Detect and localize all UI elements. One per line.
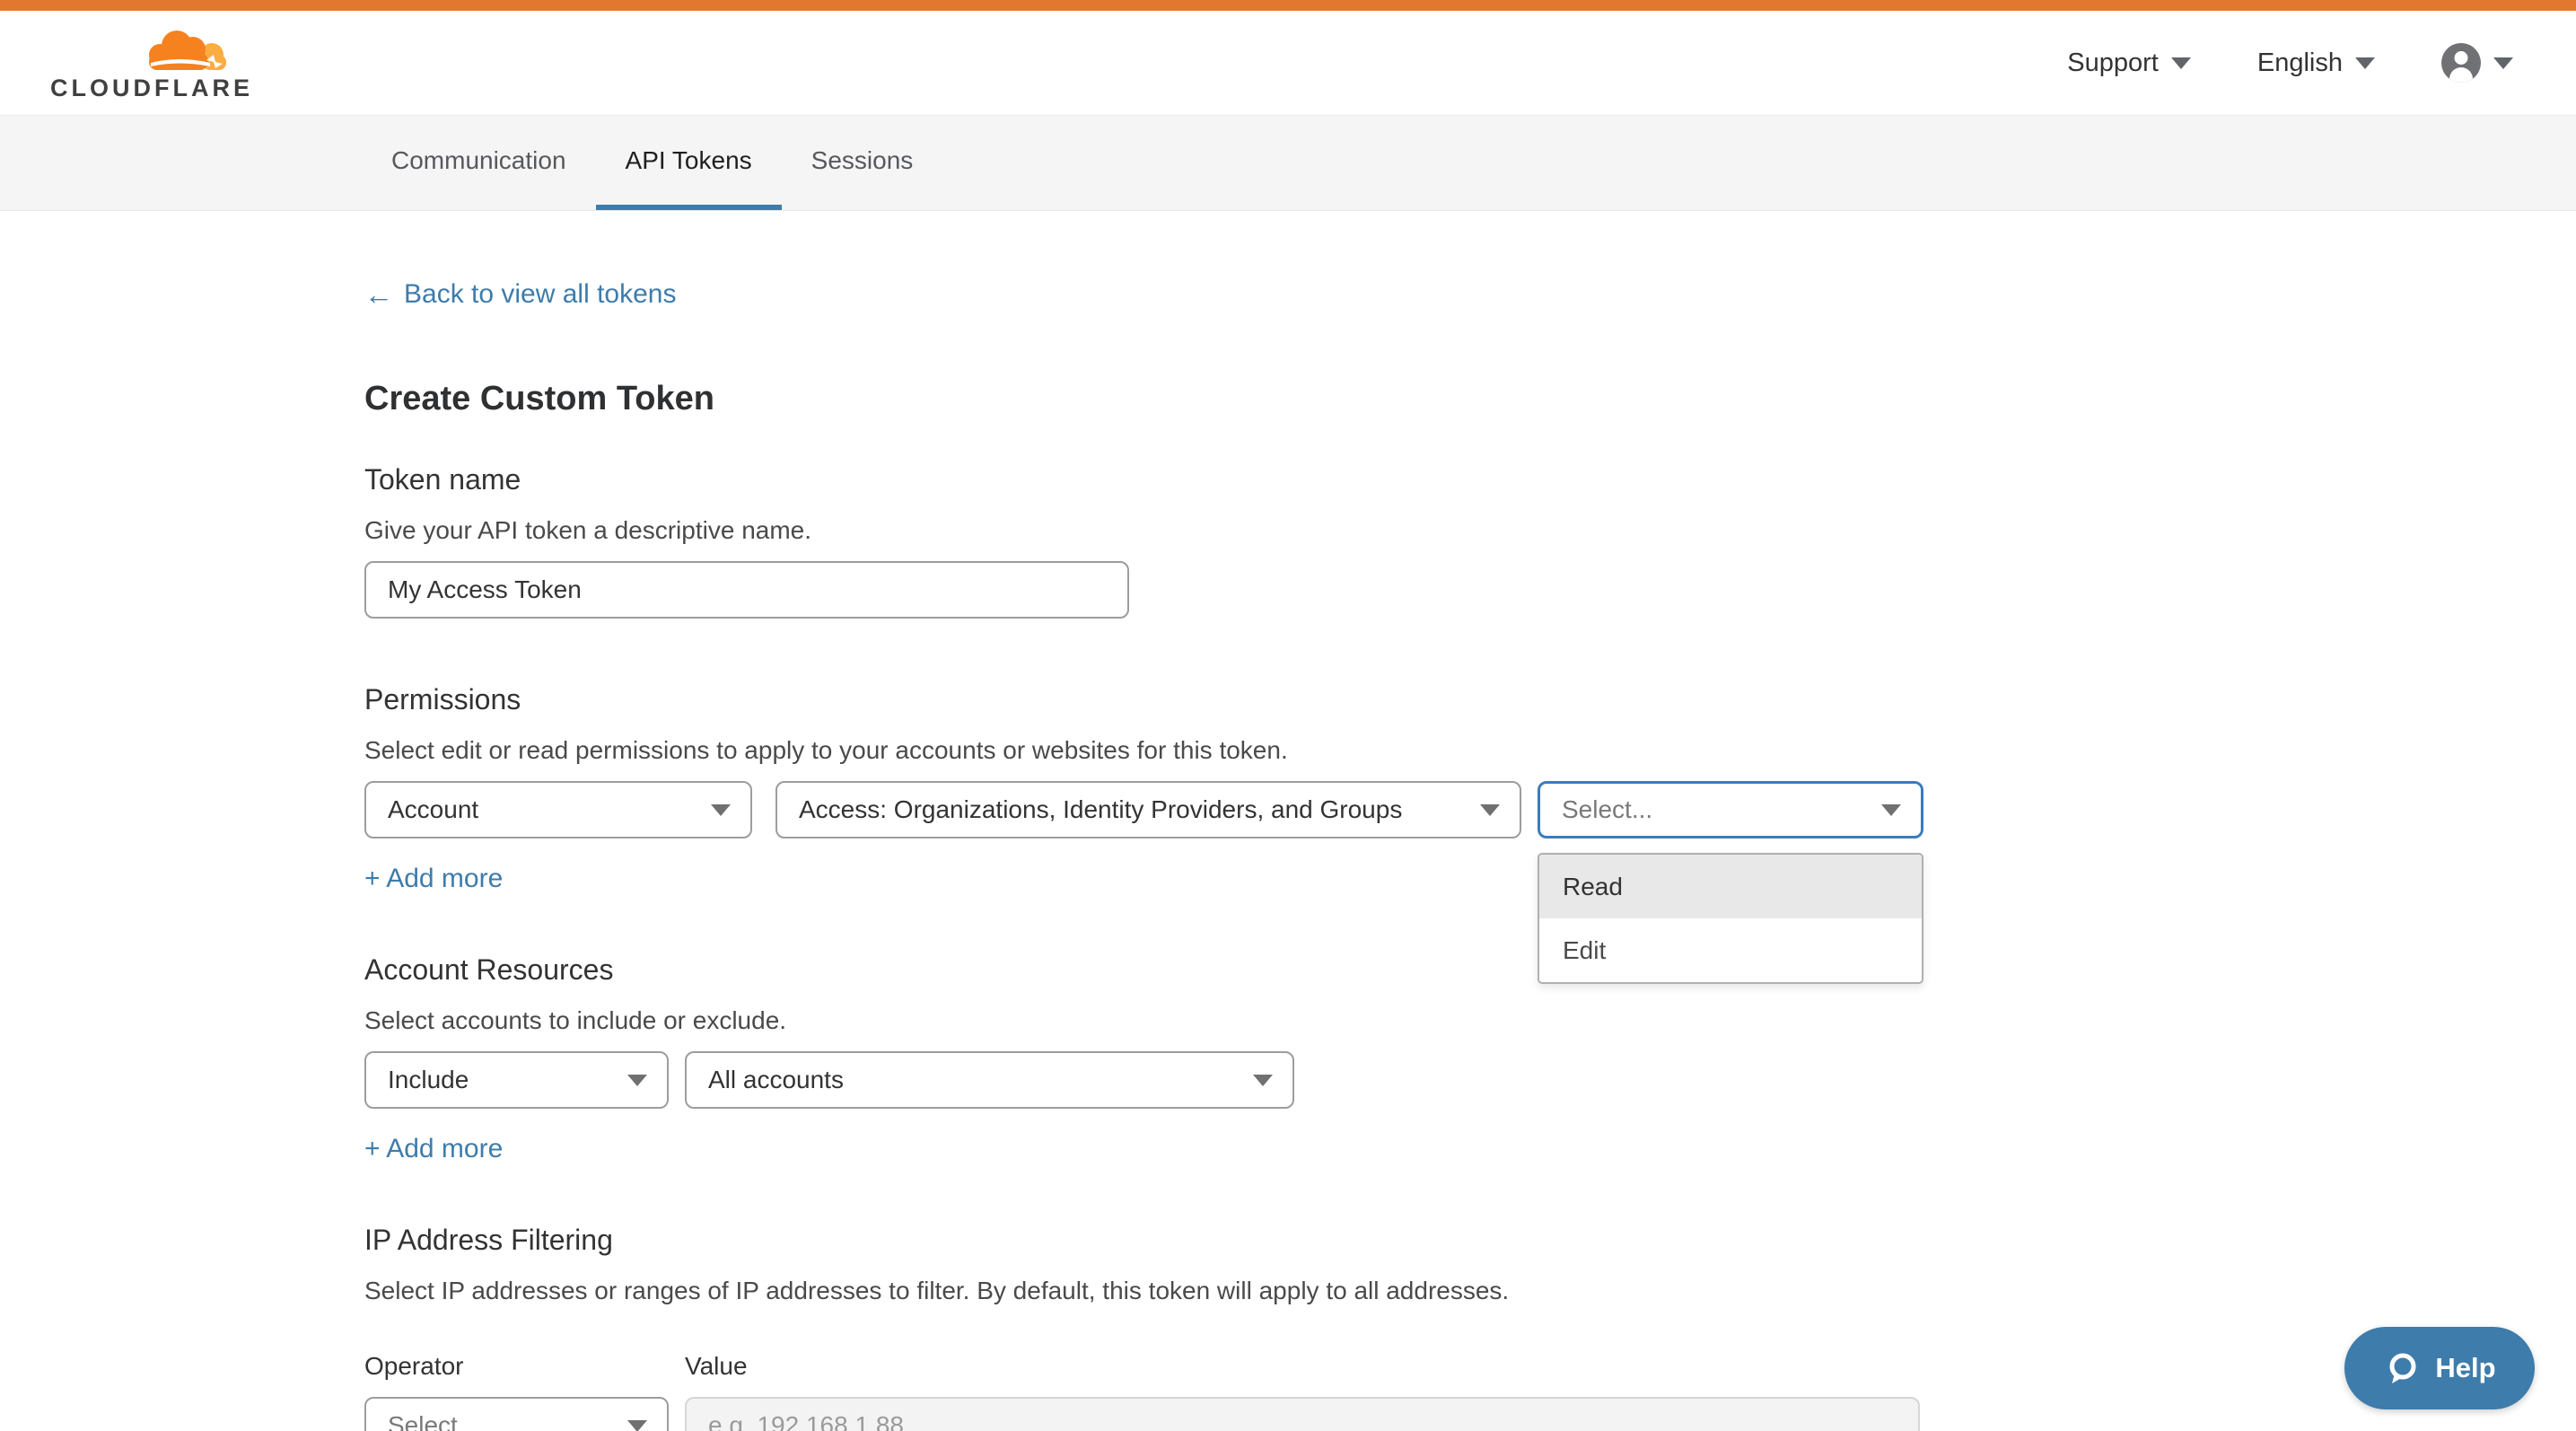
chevron-down-icon (1480, 804, 1500, 816)
permission-group-select[interactable]: Access: Organizations, Identity Provider… (775, 781, 1521, 838)
chevron-down-icon (627, 1075, 647, 1086)
back-link-label: Back to view all tokens (404, 279, 676, 310)
account-resources-description: Select accounts to include or exclude. (364, 1006, 2576, 1035)
chevron-down-icon (1881, 804, 1901, 816)
token-name-input[interactable] (364, 561, 1129, 619)
chevron-down-icon (2493, 57, 2513, 69)
ip-filtering-description: Select IP addresses or ranges of IP addr… (364, 1277, 2576, 1305)
ip-filtering-row: Select... (364, 1397, 2576, 1431)
support-menu-label: Support (2067, 48, 2159, 78)
account-menu[interactable] (2441, 43, 2513, 83)
header-nav: Support English (2067, 43, 2513, 83)
menu-item-edit[interactable]: Edit (1539, 918, 1922, 982)
permissions-heading: Permissions (364, 683, 2576, 716)
permission-access-placeholder: Select... (1562, 795, 1652, 824)
top-accent-bar (0, 0, 2576, 11)
resource-mode-select[interactable]: Include (364, 1051, 669, 1109)
page-title: Create Custom Token (364, 380, 2576, 418)
permission-scope-select[interactable]: Account (364, 781, 752, 838)
language-menu[interactable]: English (2257, 48, 2375, 78)
ip-filtering-section: IP Address Filtering Select IP addresses… (364, 1224, 2576, 1431)
permissions-row: Account Access: Organizations, Identity … (364, 781, 2576, 838)
resources-add-more-link[interactable]: + Add more (364, 1134, 503, 1164)
access-dropdown-menu: Read Edit (1538, 853, 1923, 984)
main-content: ← Back to view all tokens Create Custom … (0, 211, 2576, 1431)
permission-access-select[interactable]: Select... (1538, 781, 1923, 838)
chevron-down-icon (2171, 57, 2191, 69)
profile-tabbar: Communication API Tokens Sessions (0, 115, 2576, 211)
permissions-add-more-link[interactable]: + Add more (364, 864, 503, 894)
ip-field-labels: Operator Value (364, 1352, 2576, 1381)
permission-scope-value: Account (388, 795, 478, 824)
support-menu[interactable]: Support (2067, 48, 2191, 78)
chevron-down-icon (627, 1420, 647, 1431)
account-resources-heading: Account Resources (364, 953, 2576, 987)
permission-access-wrap: Select... Read Edit (1538, 781, 1923, 838)
cloudflare-wordmark: CLOUDFLARE (50, 76, 253, 101)
tab-api-tokens[interactable]: API Tokens (596, 116, 782, 210)
token-name-section: Token name Give your API token a descrip… (364, 463, 2576, 619)
ip-operator-placeholder: Select... (388, 1411, 478, 1431)
back-to-tokens-link[interactable]: ← Back to view all tokens (364, 279, 676, 310)
resource-accounts-value: All accounts (708, 1066, 844, 1094)
back-arrow-icon: ← (364, 280, 393, 309)
permissions-description: Select edit or read permissions to apply… (364, 736, 2576, 765)
ip-value-input[interactable] (685, 1397, 1920, 1431)
resource-accounts-select[interactable]: All accounts (685, 1051, 1294, 1109)
tab-sessions[interactable]: Sessions (782, 116, 943, 210)
account-resources-row: Include All accounts (364, 1051, 2576, 1109)
chevron-down-icon (1253, 1075, 1273, 1086)
token-name-heading: Token name (364, 463, 2576, 496)
language-menu-label: English (2257, 48, 2343, 78)
ip-filtering-heading: IP Address Filtering (364, 1224, 2576, 1257)
help-button-label: Help (2435, 1352, 2495, 1384)
chat-bubble-icon (2383, 1349, 2421, 1387)
permission-group-value: Access: Organizations, Identity Provider… (799, 795, 1402, 824)
ip-operator-select[interactable]: Select... (364, 1397, 669, 1431)
operator-label: Operator (364, 1352, 685, 1381)
resource-mode-value: Include (388, 1066, 469, 1094)
chevron-down-icon (711, 804, 731, 816)
tab-communication[interactable]: Communication (362, 116, 596, 210)
chevron-down-icon (2355, 57, 2375, 69)
help-button[interactable]: Help (2344, 1327, 2535, 1409)
value-label: Value (685, 1352, 748, 1381)
account-resources-section: Account Resources Select accounts to inc… (364, 953, 2576, 1164)
permissions-section: Permissions Select edit or read permissi… (364, 683, 2576, 894)
cloudflare-logo[interactable]: CLOUDFLARE (50, 26, 253, 101)
cloudflare-cloud-icon (136, 26, 230, 75)
user-avatar-icon (2441, 43, 2481, 83)
menu-item-read[interactable]: Read (1539, 855, 1922, 918)
header: CLOUDFLARE Support English (0, 11, 2576, 115)
token-name-description: Give your API token a descriptive name. (364, 516, 2576, 545)
